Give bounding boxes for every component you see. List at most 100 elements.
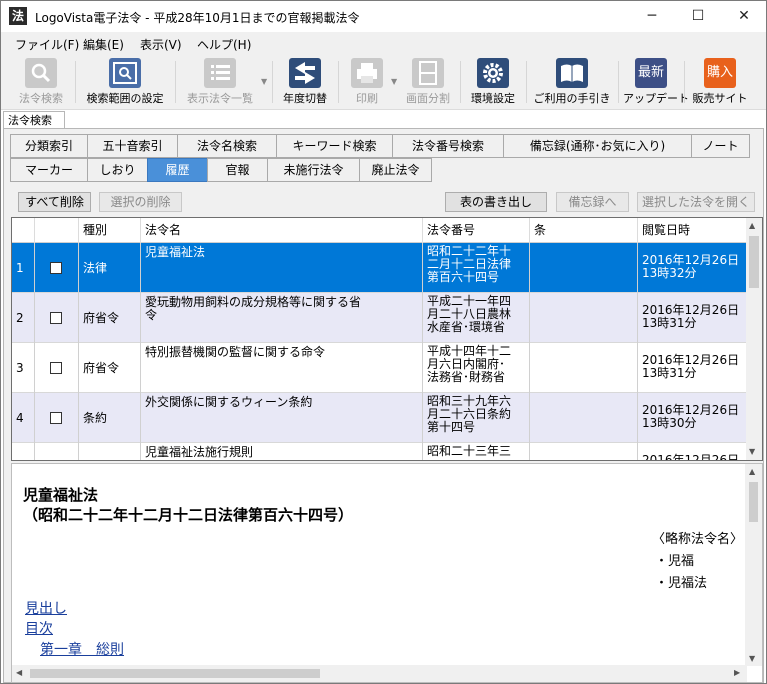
cell-viewed-at: 2016年12月26日 13時32分 <box>638 243 747 293</box>
search-icon <box>25 58 57 88</box>
to-memo-button[interactable]: 備忘録へ <box>556 192 629 212</box>
cell-law-number: 昭和二十三年三 <box>423 443 530 460</box>
printer-icon <box>351 58 383 88</box>
col-type[interactable]: 種別 <box>79 218 141 243</box>
law-list-button[interactable]: 表示法令一覧 <box>181 58 259 108</box>
tab-keyword-search[interactable]: キーワード検索 <box>276 134 393 158</box>
link-contents[interactable]: 目次 <box>25 618 53 638</box>
cell-law-number: 昭和三十九年六 月二十六日条約 第十四号 <box>423 393 530 443</box>
document-vscrollbar[interactable]: ▲ ▼ <box>745 464 762 666</box>
cell-check[interactable] <box>35 443 79 460</box>
cell-check[interactable] <box>35 293 79 343</box>
no-text: 3 <box>16 361 24 375</box>
viewed-text: 13時31分 <box>642 316 697 330</box>
delete-all-button[interactable]: すべて削除 <box>18 192 91 212</box>
user-guide-button[interactable]: ご利用の手引き <box>532 58 612 108</box>
document-subtitle: （昭和二十二年十二月十二日法律第百六十四号） <box>23 506 354 524</box>
scroll-up-icon[interactable]: ▲ <box>749 221 755 230</box>
delete-selected-button[interactable]: 選択の削除 <box>99 192 182 212</box>
table-row[interactable]: 2 府省令 愛玩動物用飼料の成分規格等に関する省令平成二十一年四 月二十八日農林 水産省… <box>12 293 747 343</box>
col-article[interactable]: 条 <box>530 218 638 243</box>
menu-file[interactable]: ファイル(F) <box>15 36 79 53</box>
tab-law-number-search[interactable]: 法令番号検索 <box>392 134 504 158</box>
toolbar-divider <box>684 61 685 103</box>
col-index <box>12 218 35 243</box>
close-button[interactable]: ✕ <box>721 1 766 32</box>
row-checkbox[interactable] <box>50 362 62 374</box>
minimize-button[interactable]: ─ <box>629 1 675 32</box>
export-table-button[interactable]: 表の書き出し <box>445 192 547 212</box>
tab-abolished-laws[interactable]: 廃止法令 <box>359 158 432 182</box>
chevron-down-icon[interactable]: ▼ <box>261 77 267 86</box>
maximize-button[interactable]: ☐ <box>675 1 721 32</box>
scroll-left-icon[interactable]: ◀ <box>16 668 22 677</box>
open-selected-button[interactable]: 選択した法令を開く <box>637 192 755 212</box>
tab-note[interactable]: ノート <box>691 134 750 158</box>
row-checkbox[interactable] <box>50 412 62 424</box>
swap-arrows-icon <box>289 58 321 88</box>
toolbar-divider <box>272 61 273 103</box>
cell-index <box>12 443 35 460</box>
cell-article <box>530 443 638 460</box>
table-scrollbar[interactable]: ▲ ▼ <box>746 218 762 460</box>
toolbar-divider <box>338 61 339 103</box>
split-screen-button[interactable]: 画面分割 <box>403 58 453 108</box>
table-row[interactable]: 4 条約 外交関係に関するウィーン条約 昭和三十九年六 月二十六日条約 第十四号 2016年… <box>12 393 747 443</box>
abbr-item: ・児福法 <box>655 576 708 591</box>
col-law-number[interactable]: 法令番号 <box>423 218 530 243</box>
row-checkbox[interactable] <box>50 262 62 274</box>
scroll-right-icon[interactable]: ▶ <box>734 668 740 677</box>
name-text: 愛玩動物用飼料の成分規格等に関する省 <box>145 295 362 309</box>
purchase-site-button[interactable]: 購入 販売サイト <box>690 58 750 108</box>
tab-marker[interactable]: マーカー <box>10 158 88 182</box>
panel-tab-law-search[interactable]: 法令検索 <box>3 111 65 129</box>
tab-history[interactable]: 履歴 <box>147 158 208 182</box>
abbr-heading: 〈略称法令名〉 <box>652 532 744 547</box>
scrollbar-thumb[interactable] <box>749 236 759 288</box>
settings-button[interactable]: 環境設定 <box>466 58 520 108</box>
tab-bookmark[interactable]: しおり <box>87 158 148 182</box>
number-text: 昭和二十三年三 <box>427 444 512 458</box>
tab-syllabary-index[interactable]: 五十音索引 <box>87 134 178 158</box>
law-search-button[interactable]: 法令検索 <box>11 58 71 108</box>
print-button[interactable]: 印刷 <box>344 58 390 108</box>
tab-gazette[interactable]: 官報 <box>207 158 268 182</box>
cell-law-name: 愛玩動物用飼料の成分規格等に関する省令 <box>141 293 423 343</box>
search-range-label: 検索範囲の設定 <box>86 92 164 105</box>
year-switch-button[interactable]: 年度切替 <box>278 58 332 108</box>
cell-check[interactable] <box>35 243 79 293</box>
cell-check[interactable] <box>35 393 79 443</box>
menu-view[interactable]: 表示(V) <box>140 36 182 53</box>
chevron-down-icon[interactable]: ▼ <box>391 77 397 86</box>
cell-check[interactable] <box>35 343 79 393</box>
scroll-up-icon[interactable]: ▲ <box>749 467 755 476</box>
title-bar[interactable]: 法 LogoVista電子法令 - 平成28年10月1日までの官報掲載法令 ─ … <box>1 1 766 32</box>
table-row[interactable]: 1 法律 児童福祉法 昭和二十二年十 二月十二日法律 第百六十四号 2016年12月26日 1… <box>12 243 747 293</box>
name-text: 児童福祉法 <box>145 245 206 259</box>
table-row[interactable]: 3 府省令 特別振替機関の監督に関する命令 平成十四年十二 月六日内閣府･ 法務省･財務省… <box>12 343 747 393</box>
no-text: 4 <box>16 411 24 425</box>
tab-memo[interactable]: 備忘録(通称･お気に入り) <box>503 134 692 158</box>
name-text: 児童福祉法施行規則 <box>145 445 254 459</box>
menu-help[interactable]: ヘルプ(H) <box>197 36 251 53</box>
update-button[interactable]: 最新 アップデート <box>623 58 689 108</box>
col-viewed-at[interactable]: 閲覧日時 <box>638 218 747 243</box>
print-label: 印刷 <box>356 92 378 105</box>
link-headings[interactable]: 見出し <box>25 598 67 618</box>
scroll-down-icon[interactable]: ▼ <box>749 447 755 456</box>
scrollbar-thumb[interactable] <box>749 482 758 522</box>
col-law-name[interactable]: 法令名 <box>141 218 423 243</box>
menu-edit[interactable]: 編集(E) <box>83 36 124 53</box>
search-range-button[interactable]: 検索範囲の設定 <box>81 58 169 108</box>
scroll-down-icon[interactable]: ▼ <box>749 654 755 663</box>
row-checkbox[interactable] <box>50 312 62 324</box>
scrollbar-thumb[interactable] <box>30 669 320 678</box>
tab-law-name-search[interactable]: 法令名検索 <box>177 134 277 158</box>
table-row[interactable]: 児童福祉法施行規則 昭和二十三年三 2016年12月26日 <box>12 443 747 460</box>
link-chapter-1[interactable]: 第一章 総則 <box>40 639 124 659</box>
type-text: 府省令 <box>83 361 120 375</box>
book-icon <box>556 58 588 88</box>
document-hscrollbar[interactable]: ◀ ▶ <box>12 665 747 682</box>
tab-unenforced-laws[interactable]: 未施行法令 <box>267 158 360 182</box>
tab-category-index[interactable]: 分類索引 <box>10 134 88 158</box>
